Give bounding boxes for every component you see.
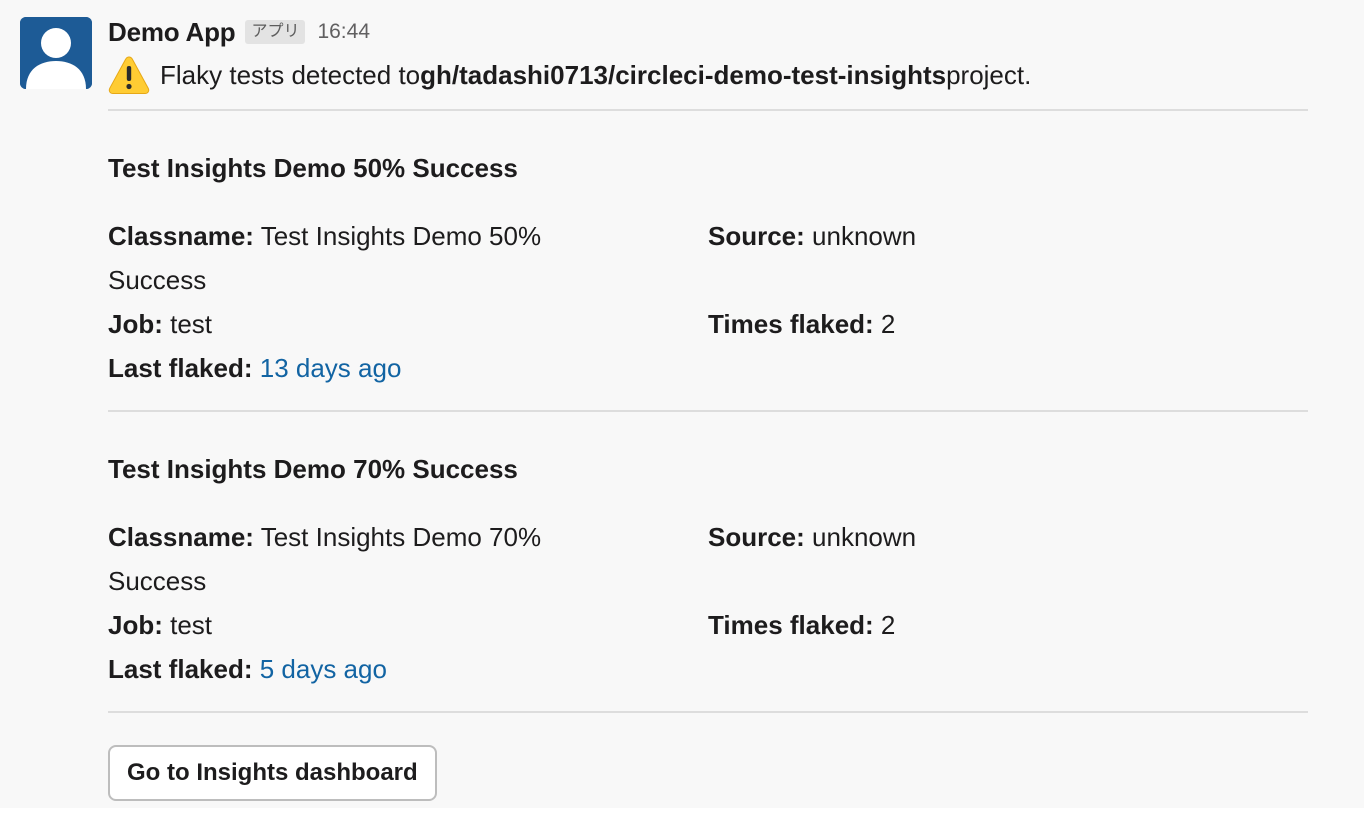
job-field: Job: test — [108, 302, 608, 346]
intro-suffix: project. — [946, 59, 1032, 90]
test-fields: Classname: Test Insights Demo 70% Succes… — [108, 515, 1308, 691]
intro-project: gh/tadashi0713/circleci-demo-test-insigh… — [420, 59, 947, 90]
test-fields: Classname: Test Insights Demo 50% Succes… — [108, 214, 1308, 390]
test-section: Test Insights Demo 50% Success Classname… — [108, 111, 1308, 390]
test-title: Test Insights Demo 70% Success — [108, 454, 518, 484]
classname-value: Test Insights Demo 70% — [253, 522, 542, 552]
job-label: Job: — [108, 309, 163, 339]
last-flaked-label: Last flaked: — [108, 654, 253, 684]
job-value: test — [162, 309, 213, 339]
intro-prefix: Flaky tests detected to — [160, 59, 421, 90]
slack-message: Demo App アプリ 16:44 Flaky tests detected … — [0, 0, 1364, 808]
last-flaked-link[interactable]: 5 days ago — [260, 654, 387, 684]
timestamp[interactable]: 16:44 — [317, 20, 370, 44]
classname-label: Classname: — [108, 221, 254, 251]
classname-value-cont: Success — [108, 265, 207, 295]
test-title: Test Insights Demo 50% Success — [108, 153, 518, 183]
classname-value-cont: Success — [108, 566, 207, 596]
times-flaked-value: 2 — [873, 309, 896, 339]
user-avatar-icon — [20, 17, 92, 89]
source-field: Source: unknown — [708, 515, 1268, 559]
job-field: Job: test — [108, 603, 608, 647]
job-value: test — [162, 610, 213, 640]
message-intro: Flaky tests detected to gh/tadashi0713/c… — [108, 52, 1308, 98]
times-flaked-label: Times flaked: — [708, 610, 874, 640]
source-value: unknown — [804, 522, 917, 552]
last-flaked-label: Last flaked: — [108, 353, 253, 383]
classname-field: Classname: Test Insights Demo 50% Succes… — [108, 214, 608, 302]
last-flaked-link[interactable]: 13 days ago — [260, 353, 402, 383]
bottom-strip — [0, 808, 1364, 816]
actions-bar: Go to Insights dashboard — [108, 713, 1308, 801]
insights-dashboard-button[interactable]: Go to Insights dashboard — [108, 745, 437, 801]
test-section: Test Insights Demo 70% Success Classname… — [108, 412, 1308, 691]
app-badge: アプリ — [245, 20, 306, 44]
job-label: Job: — [108, 610, 163, 640]
classname-value: Test Insights Demo 50% — [253, 221, 542, 251]
message-content: Demo App アプリ 16:44 Flaky tests detected … — [108, 12, 1308, 801]
times-flaked-field: Times flaked: 2 — [708, 603, 1268, 647]
message-header: Demo App アプリ 16:44 — [108, 12, 1308, 52]
app-name[interactable]: Demo App — [108, 17, 236, 48]
last-flaked-field: Last flaked: 5 days ago — [108, 647, 608, 691]
classname-label: Classname: — [108, 522, 254, 552]
avatar[interactable] — [20, 17, 92, 89]
times-flaked-value: 2 — [873, 610, 896, 640]
classname-field: Classname: Test Insights Demo 70% Succes… — [108, 515, 608, 603]
last-flaked-field: Last flaked: 13 days ago — [108, 346, 608, 390]
warning-icon — [108, 55, 150, 95]
source-field: Source: unknown — [708, 214, 1268, 258]
source-label: Source: — [708, 221, 805, 251]
source-value: unknown — [804, 221, 917, 251]
times-flaked-field: Times flaked: 2 — [708, 302, 1268, 346]
source-label: Source: — [708, 522, 805, 552]
times-flaked-label: Times flaked: — [708, 309, 874, 339]
